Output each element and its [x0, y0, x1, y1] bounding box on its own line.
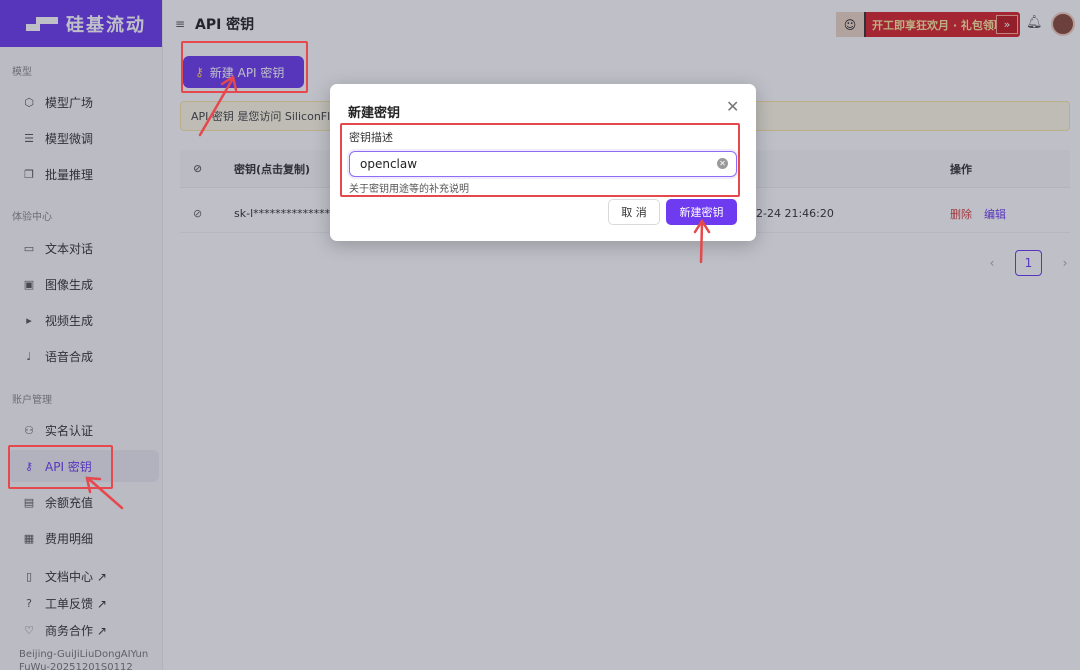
key-description-input[interactable]	[350, 152, 710, 176]
cancel-button[interactable]: 取 消	[608, 199, 660, 225]
create-key-button[interactable]: 新建密钥	[666, 199, 737, 225]
clear-icon[interactable]: ✕	[717, 158, 728, 169]
key-description-label: 密钥描述	[349, 131, 393, 144]
close-icon[interactable]: ✕	[726, 97, 739, 116]
modal-title: 新建密钥	[348, 106, 401, 121]
key-description-help: 关于密钥用途等的补充说明	[349, 184, 469, 195]
key-description-field[interactable]: ✕	[349, 151, 737, 177]
new-key-modal: 新建密钥 ✕ 密钥描述 ✕ 关于密钥用途等的补充说明 取 消 新建密钥	[330, 84, 756, 241]
